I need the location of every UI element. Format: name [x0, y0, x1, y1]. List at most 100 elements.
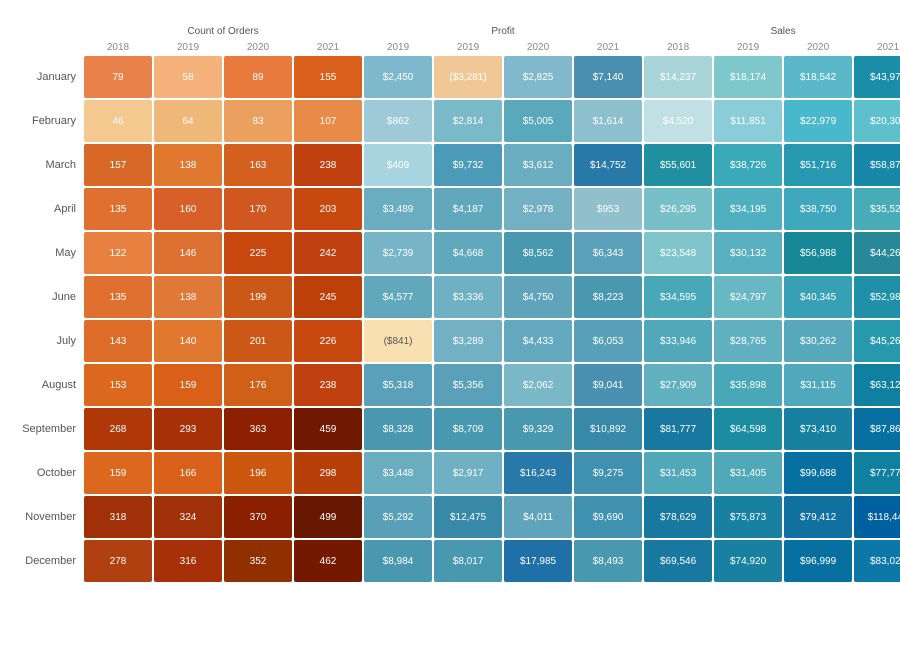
heatmap-cell: ($3,281) [434, 56, 502, 98]
heatmap-cell: $38,750 [784, 188, 852, 230]
heatmap-cell: 352 [224, 540, 292, 582]
heatmap-cell: $862 [364, 100, 432, 142]
heatmap-cell: $12,475 [434, 496, 502, 538]
heatmap-cell: $8,562 [504, 232, 572, 274]
heatmap-cell: 238 [294, 364, 362, 406]
heatmap-cell: 107 [294, 100, 362, 142]
heatmap-cell: $30,132 [714, 232, 782, 274]
heatmap-cell: 293 [154, 408, 222, 450]
year-label: 2019 [434, 41, 502, 54]
group-label: Sales [644, 25, 900, 39]
heatmap-cell: $8,493 [574, 540, 642, 582]
table-wrapper: Count of OrdersProfitSales 2018201920202… [10, 23, 890, 630]
heatmap-cell: $34,195 [714, 188, 782, 230]
heatmap-cell: $79,412 [784, 496, 852, 538]
heatmap-cell: $3,448 [364, 452, 432, 494]
heatmap-cell: $77,777 [854, 452, 900, 494]
heatmap-cell: $22,979 [784, 100, 852, 142]
year-label: 2019 [714, 41, 782, 54]
heatmap-cell: $27,909 [644, 364, 712, 406]
table-row: July143140201226($841)$3,289$4,433$6,053… [12, 320, 900, 362]
heatmap-cell: $74,920 [714, 540, 782, 582]
heatmap-cell: $20,301 [854, 100, 900, 142]
heatmap-cell: 163 [224, 144, 292, 186]
heatmap-cell: 316 [154, 540, 222, 582]
empty-header [12, 25, 82, 39]
table-row: October159166196298$3,448$2,917$16,243$9… [12, 452, 900, 494]
heatmap-cell: $69,546 [644, 540, 712, 582]
heatmap-cell: $24,797 [714, 276, 782, 318]
heatmap-cell: $43,971 [854, 56, 900, 98]
heatmap-cell: 226 [294, 320, 362, 362]
heatmap-cell: $6,053 [574, 320, 642, 362]
heatmap-cell: 363 [224, 408, 292, 450]
table-row: June135138199245$4,577$3,336$4,750$8,223… [12, 276, 900, 318]
month-label: November [12, 496, 82, 538]
heatmap-cell: $3,612 [504, 144, 572, 186]
heatmap-cell: 122 [84, 232, 152, 274]
month-label: August [12, 364, 82, 406]
heatmap-cell: $4,187 [434, 188, 502, 230]
heatmap-cell: $44,261 [854, 232, 900, 274]
heatmap-cell: $18,174 [714, 56, 782, 98]
heatmap-cell: 238 [294, 144, 362, 186]
year-header-row: 2018201920202021201920192020202120182019… [12, 41, 900, 54]
heatmap-cell: 46 [84, 100, 152, 142]
month-label: June [12, 276, 82, 318]
group-header-row: Count of OrdersProfitSales [12, 25, 900, 39]
year-label: 2019 [364, 41, 432, 54]
heatmap-cell: $4,750 [504, 276, 572, 318]
heatmap-cell: $23,548 [644, 232, 712, 274]
heatmap-cell: $5,005 [504, 100, 572, 142]
heatmap-cell: 298 [294, 452, 362, 494]
heatmap-cell: $4,577 [364, 276, 432, 318]
heatmap-cell: 153 [84, 364, 152, 406]
table-row: May122146225242$2,739$4,668$8,562$6,343$… [12, 232, 900, 274]
heatmap-cell: 176 [224, 364, 292, 406]
heatmap-cell: $38,726 [714, 144, 782, 186]
heatmap-cell: $2,917 [434, 452, 502, 494]
heatmap-cell: 89 [224, 56, 292, 98]
heatmap-cell: 268 [84, 408, 152, 450]
heatmap-cell: $87,867 [854, 408, 900, 450]
month-label: April [12, 188, 82, 230]
year-label: 2020 [224, 41, 292, 54]
heatmap-cell: 83 [224, 100, 292, 142]
heatmap-cell: $83,029 [854, 540, 900, 582]
heatmap-cell: $9,329 [504, 408, 572, 450]
heatmap-cell: $2,450 [364, 56, 432, 98]
heatmap-cell: $953 [574, 188, 642, 230]
heatmap-cell: 462 [294, 540, 362, 582]
year-label: 2018 [644, 41, 712, 54]
heatmap-cell: $9,690 [574, 496, 642, 538]
group-label: Profit [364, 25, 642, 39]
heatmap-cell: 201 [224, 320, 292, 362]
heatmap-cell: $5,292 [364, 496, 432, 538]
heatmap-cell: $64,598 [714, 408, 782, 450]
heatmap-cell: 203 [294, 188, 362, 230]
heatmap-cell: $409 [364, 144, 432, 186]
chart-container: Count of OrdersProfitSales 2018201920202… [0, 0, 900, 650]
heatmap-cell: 196 [224, 452, 292, 494]
heatmap-cell: 170 [224, 188, 292, 230]
heatmap-cell: 370 [224, 496, 292, 538]
heatmap-cell: $4,520 [644, 100, 712, 142]
heatmap-cell: $81,777 [644, 408, 712, 450]
heatmap-cell: $3,489 [364, 188, 432, 230]
table-body: January795889155$2,450($3,281)$2,825$7,1… [12, 56, 900, 582]
heatmap-cell: $33,946 [644, 320, 712, 362]
heatmap-cell: $63,121 [854, 364, 900, 406]
heatmap-cell: 159 [84, 452, 152, 494]
heatmap-cell: 155 [294, 56, 362, 98]
heatmap-cell: $2,978 [504, 188, 572, 230]
month-label: March [12, 144, 82, 186]
heatmap-cell: 58 [154, 56, 222, 98]
heatmap-cell: 138 [154, 144, 222, 186]
heatmap-cell: 160 [154, 188, 222, 230]
heatmap-cell: 499 [294, 496, 362, 538]
heatmap-cell: $99,688 [784, 452, 852, 494]
heatmap-cell: 157 [84, 144, 152, 186]
heatmap-cell: $28,765 [714, 320, 782, 362]
heatmap-cell: ($841) [364, 320, 432, 362]
heatmap-cell: $52,982 [854, 276, 900, 318]
